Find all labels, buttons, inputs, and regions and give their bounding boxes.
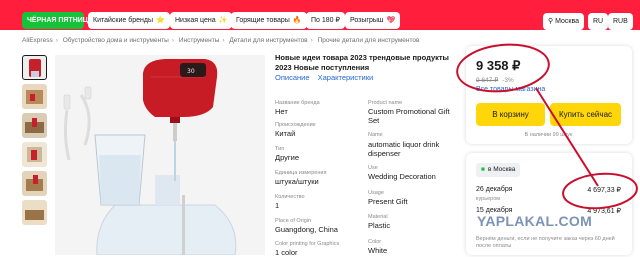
spec-label: Тип [275, 146, 285, 152]
chevron-right-icon: › [222, 37, 225, 44]
breadcrumb-item[interactable]: Инструменты [179, 37, 220, 44]
chip-label: Низкая цена [175, 17, 216, 24]
thumbnail-3[interactable] [22, 113, 47, 138]
delivery-method: курьером [476, 196, 501, 202]
product-title: Новые идеи товара 2023 трендовые продукт… [275, 53, 449, 72]
chip-label: Розыгрыш [350, 17, 384, 24]
spec-value: White [368, 246, 388, 255]
old-price: 9 647 ₽ [476, 77, 499, 84]
breadcrumb-item[interactable]: AliExpress [22, 37, 53, 44]
spec-value: Set [368, 116, 380, 125]
chip-giveaway[interactable]: Розыгрыш 💖 [345, 12, 401, 29]
thumbnail-5[interactable] [22, 171, 47, 196]
spec-label: Use [368, 165, 378, 171]
thumbnail-6[interactable] [22, 200, 47, 225]
chip-low-price[interactable]: Низкая цена ✨ [170, 12, 233, 29]
thumbnail-2[interactable] [22, 84, 47, 109]
tab-characteristics[interactable]: Характеристики [318, 73, 374, 82]
chip-label: По 180 ₽ [311, 17, 340, 24]
black-friday-badge[interactable]: ЧЁРНАЯ ПЯТНИЦА [22, 12, 93, 29]
chip-label: Китайские бренды [93, 17, 154, 24]
store-link[interactable]: Все товары магазина [476, 86, 545, 93]
spec-value: Wedding Decoration [368, 172, 436, 181]
spec-label: Name [368, 132, 383, 138]
product-tabs: Описание Характеристики [275, 73, 379, 82]
chip-180[interactable]: По 180 ₽ [306, 12, 345, 29]
heart-icon: 💖 [386, 17, 396, 24]
sparkle-icon: ✨ [218, 17, 228, 24]
delivery-date: 26 декабря [476, 186, 513, 193]
thumbnail-strip [22, 55, 50, 229]
truck-icon: ■ [481, 166, 485, 173]
spec-label: Product name [368, 100, 403, 106]
spec-value: Custom Promotional Gift [368, 107, 450, 116]
delivery-location-label: в Москва [487, 166, 516, 173]
product-main-image[interactable]: 30 [55, 55, 265, 255]
thumbnail-1[interactable] [22, 55, 47, 80]
spec-label: Color [368, 239, 382, 245]
discount: -3% [502, 77, 514, 84]
spec-value: Plastic [368, 221, 391, 230]
chip-hot-items[interactable]: Горящие товары 🔥 [231, 12, 307, 29]
spec-label: Color printing for Graphics [275, 241, 340, 247]
location-selector[interactable]: ⚲ Москва [543, 13, 584, 30]
buy-now-button[interactable]: Купить сейчас [550, 103, 621, 126]
language-selector[interactable]: RU [588, 13, 609, 30]
spec-value: Нет [275, 107, 288, 116]
spec-value: 1 [275, 201, 280, 210]
spec-value: Другие [275, 153, 300, 162]
delivery-location[interactable]: ■ в Москва [476, 163, 521, 177]
spec-value: Present Gift [368, 197, 408, 206]
delivery-price: 4 973,61 ₽ [587, 208, 621, 215]
fire-icon: 🔥 [292, 17, 302, 24]
chevron-right-icon: › [55, 37, 58, 44]
old-price-line: 9 647 ₽ -3% [476, 76, 514, 84]
spec-label: Material [368, 214, 388, 220]
chip-chinese-brands[interactable]: Китайские бренды ⭐ [88, 12, 170, 29]
spec-label: Place of Origin [275, 218, 312, 224]
currency-selector[interactable]: RUB [608, 13, 633, 30]
add-to-cart-button[interactable]: В корзину [476, 103, 545, 126]
chevron-right-icon: › [310, 37, 313, 44]
price: 9 358 ₽ [476, 58, 521, 73]
breadcrumb-item[interactable]: Прочие детали для инструментов [318, 37, 420, 44]
breadcrumb-item[interactable]: Детали для инструментов [229, 37, 307, 44]
spec-label: Количество [275, 194, 305, 200]
refund-note: Вернём деньги, если не получите заказ че… [476, 236, 615, 249]
spec-value: dispenser [368, 149, 401, 158]
tab-description[interactable]: Описание [275, 73, 310, 82]
spec-label: Единица измерения [275, 170, 327, 176]
chevron-right-icon: › [171, 37, 175, 44]
spec-value: automatic liquor drink [368, 140, 440, 149]
watermark: YAPLAKAL.COM [477, 213, 593, 229]
spec-value: Китай [275, 129, 296, 138]
svg-text:30: 30 [187, 68, 195, 75]
stock-text: В наличии 99 штук [524, 132, 573, 138]
location-label: Москва [555, 18, 579, 25]
star-icon: ⭐ [156, 17, 165, 24]
chip-label: Горящие товары [236, 17, 290, 24]
breadcrumb-item[interactable]: Обустройство дома и инструменты [63, 37, 169, 44]
delivery-option[interactable]: 26 декабря 4 697,33 ₽ [476, 186, 621, 194]
spec-value: Guangdong, China [275, 225, 338, 234]
spec-label: Usage [368, 190, 384, 196]
spec-label: Название бренда [275, 100, 320, 106]
delivery-price: 4 697,33 ₽ [587, 187, 621, 194]
breadcrumb: AliExpress › Обустройство дома и инструме… [22, 37, 420, 44]
spec-label: Происхождение [275, 122, 316, 128]
spec-value: 1 color [275, 248, 298, 257]
thumbnail-4[interactable] [22, 142, 47, 167]
spec-value: штука/штуки [275, 177, 319, 186]
